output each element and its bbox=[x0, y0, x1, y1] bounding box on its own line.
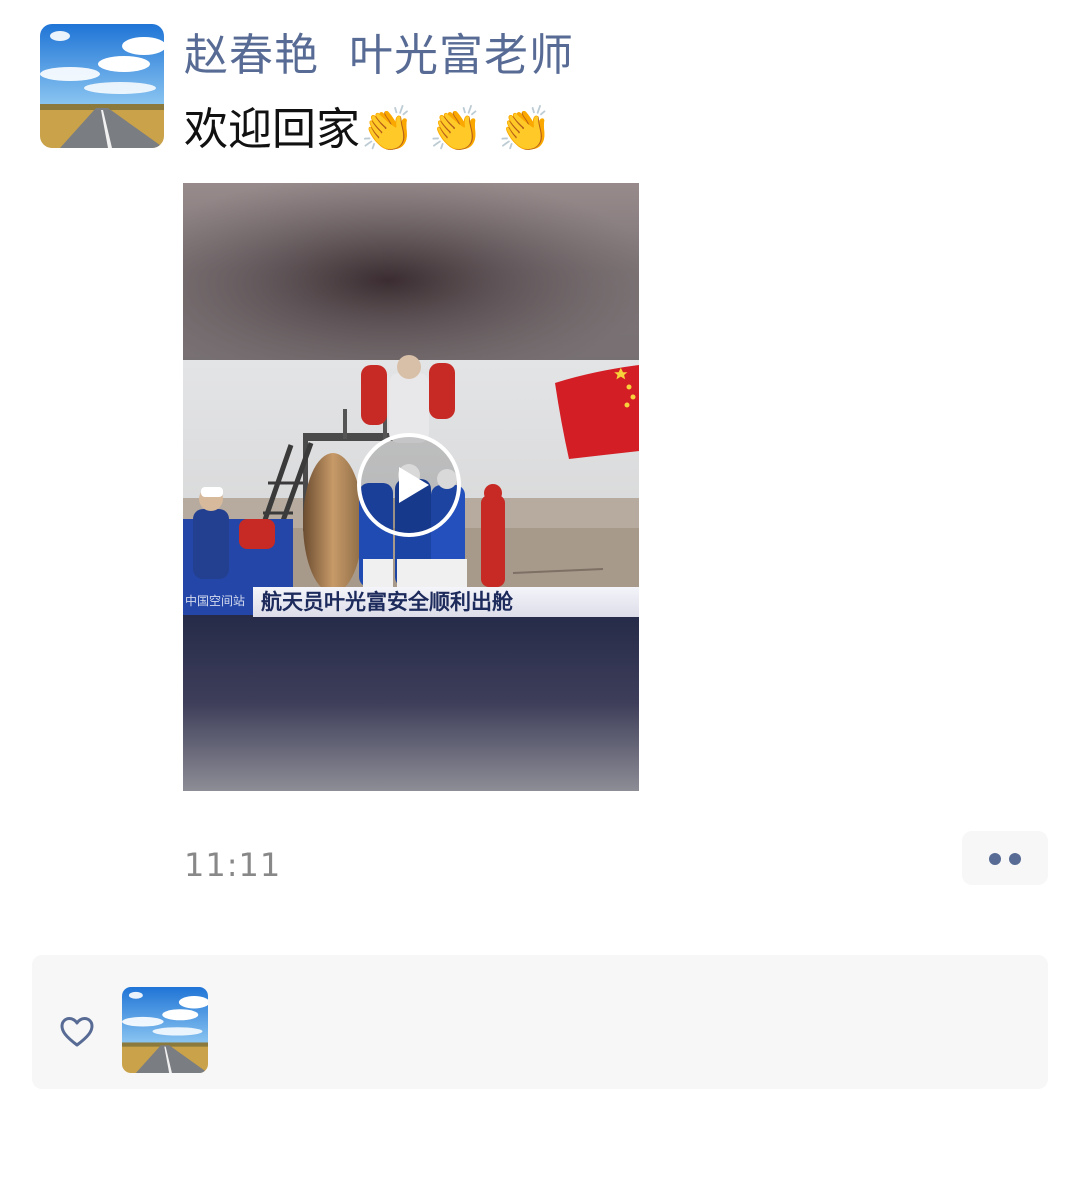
more-dots-icon bbox=[989, 853, 1001, 865]
author-avatar[interactable] bbox=[40, 24, 164, 148]
post-text: 欢迎回家👏 👏 👏 bbox=[184, 104, 553, 155]
more-dots-icon bbox=[1009, 853, 1021, 865]
video-thumbnail[interactable]: 中国空间站 航天员叶光富安全顺利出舱 bbox=[183, 183, 639, 791]
heart-outline-icon bbox=[60, 1017, 94, 1047]
play-icon bbox=[399, 467, 429, 503]
more-actions-button[interactable] bbox=[962, 831, 1048, 885]
likes-panel bbox=[32, 955, 1048, 1089]
landscape-road-avatar-icon bbox=[122, 987, 208, 1073]
video-caption: 航天员叶光富安全顺利出舱 bbox=[253, 587, 639, 617]
play-button[interactable] bbox=[357, 433, 461, 537]
liker-avatar[interactable] bbox=[122, 987, 208, 1073]
channel-logo: 中国空间站 bbox=[185, 594, 246, 608]
landscape-road-avatar-icon bbox=[40, 24, 164, 148]
author-name[interactable]: 赵春艳 叶光富老师 bbox=[184, 26, 574, 86]
post-timestamp: 11:11 bbox=[184, 846, 282, 884]
